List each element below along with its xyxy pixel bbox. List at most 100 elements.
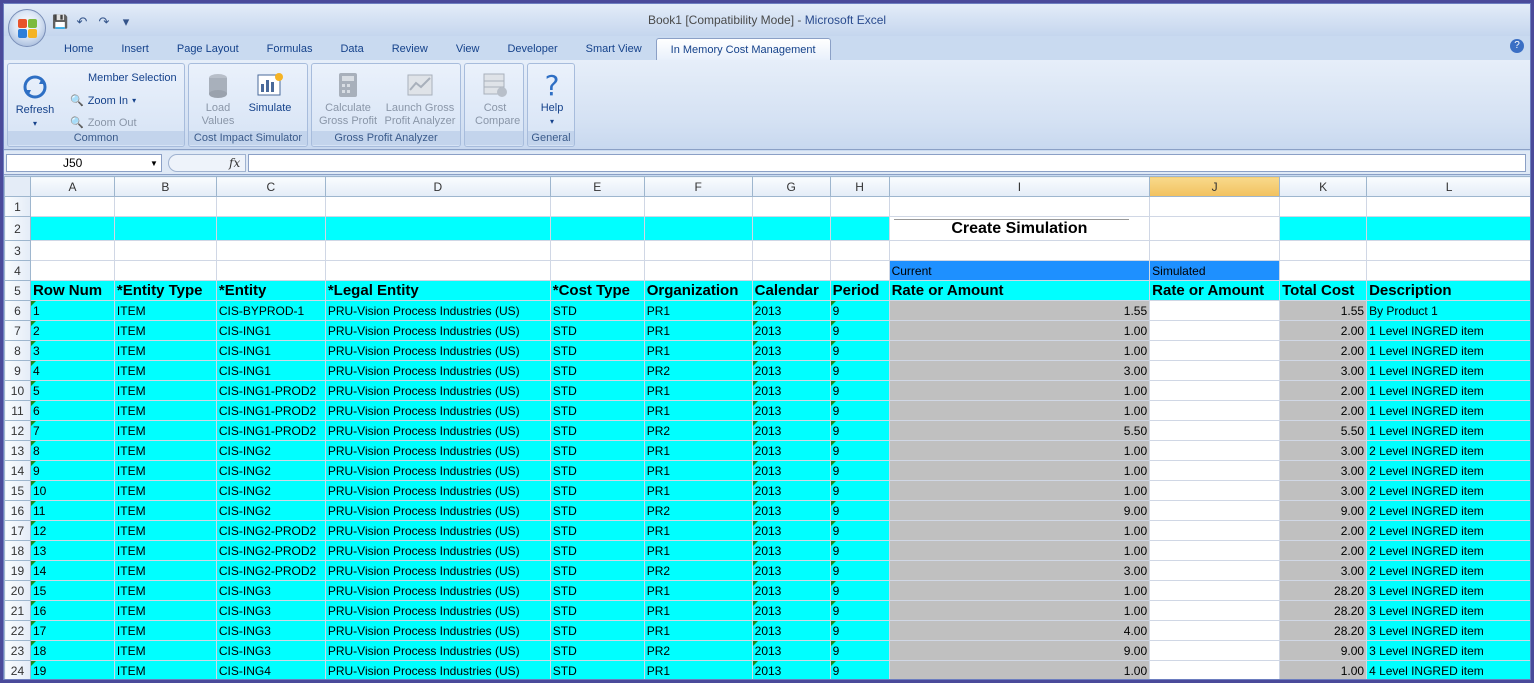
data-cell[interactable]: 1 Level INGRED item [1366, 320, 1530, 341]
data-cell[interactable]: 19 [29, 660, 115, 679]
cell[interactable] [829, 196, 890, 217]
cell[interactable] [643, 196, 753, 217]
row-header-15[interactable]: 15 [4, 480, 31, 501]
data-cell[interactable]: 9 [829, 640, 890, 661]
data-cell[interactable]: 1 Level INGRED item [1366, 340, 1530, 361]
row-header-17[interactable]: 17 [4, 520, 31, 541]
refresh-button[interactable]: Refresh ▾ [12, 72, 58, 130]
data-cell[interactable]: STD [549, 300, 645, 321]
data-cell[interactable]: PR1 [643, 620, 753, 641]
data-cell[interactable]: CIS-ING1-PROD2 [215, 400, 326, 421]
column-header-k[interactable]: K [1279, 176, 1368, 197]
cell[interactable] [29, 196, 115, 217]
cell[interactable] [751, 216, 831, 241]
column-title-10[interactable]: Rate or Amount [1149, 280, 1281, 301]
data-cell[interactable]: 1.00 [888, 380, 1151, 401]
data-cell[interactable]: STD [549, 660, 645, 679]
data-cell[interactable]: 2 Level INGRED item [1366, 500, 1530, 521]
cell[interactable] [643, 260, 753, 281]
data-cell[interactable]: 9 [29, 460, 115, 481]
data-cell[interactable]: PRU-Vision Process Industries (US) [324, 440, 551, 461]
data-cell[interactable]: 1.00 [888, 400, 1151, 421]
data-cell[interactable]: 3.00 [1279, 440, 1368, 461]
column-header-d[interactable]: D [324, 176, 551, 197]
row-header-23[interactable]: 23 [4, 640, 31, 661]
data-cell[interactable]: 2 Level INGRED item [1366, 480, 1530, 501]
cell[interactable] [324, 216, 551, 241]
data-cell[interactable]: STD [549, 440, 645, 461]
data-cell[interactable]: PRU-Vision Process Industries (US) [324, 460, 551, 481]
data-cell[interactable]: 2013 [751, 640, 831, 661]
data-cell[interactable]: 2013 [751, 580, 831, 601]
data-cell[interactable]: CIS-ING3 [215, 600, 326, 621]
data-cell[interactable]: 9 [829, 600, 890, 621]
data-cell[interactable] [1149, 580, 1281, 601]
data-cell[interactable]: 2.00 [1279, 540, 1368, 561]
data-cell[interactable]: PRU-Vision Process Industries (US) [324, 500, 551, 521]
data-cell[interactable]: 4 Level INGRED item [1366, 660, 1530, 679]
row-header-13[interactable]: 13 [4, 440, 31, 461]
data-cell[interactable]: PR1 [643, 460, 753, 481]
data-cell[interactable]: 13 [29, 540, 115, 561]
data-cell[interactable]: ITEM [113, 480, 217, 501]
data-cell[interactable]: 2 [29, 320, 115, 341]
cell[interactable] [751, 240, 831, 261]
data-cell[interactable]: PR1 [643, 320, 753, 341]
data-cell[interactable]: 9 [829, 580, 890, 601]
data-cell[interactable]: PR1 [643, 600, 753, 621]
row-header-4[interactable]: 4 [4, 260, 31, 281]
data-cell[interactable]: PRU-Vision Process Industries (US) [324, 360, 551, 381]
cell[interactable] [1366, 260, 1530, 281]
cell[interactable] [1279, 216, 1368, 241]
column-header-a[interactable]: A [29, 176, 115, 197]
data-cell[interactable]: 1 Level INGRED item [1366, 400, 1530, 421]
data-cell[interactable]: 2.00 [1279, 340, 1368, 361]
data-cell[interactable]: PR1 [643, 300, 753, 321]
help-icon[interactable]: ? [1510, 39, 1524, 53]
data-cell[interactable]: PRU-Vision Process Industries (US) [324, 560, 551, 581]
column-header-c[interactable]: C [215, 176, 326, 197]
data-cell[interactable] [1149, 560, 1281, 581]
data-cell[interactable] [1149, 320, 1281, 341]
data-cell[interactable]: CIS-ING2-PROD2 [215, 520, 326, 541]
data-cell[interactable]: 2013 [751, 400, 831, 421]
data-cell[interactable]: ITEM [113, 660, 217, 679]
create-simulation-title[interactable]: Create Simulation [888, 216, 1151, 241]
row-header-19[interactable]: 19 [4, 560, 31, 581]
cell[interactable] [113, 240, 217, 261]
data-cell[interactable]: 2013 [751, 300, 831, 321]
cell[interactable] [113, 216, 217, 241]
cell[interactable] [1366, 240, 1530, 261]
data-cell[interactable]: CIS-ING4 [215, 660, 326, 679]
data-cell[interactable]: 9.00 [888, 500, 1151, 521]
data-cell[interactable]: CIS-ING2 [215, 440, 326, 461]
cell[interactable] [29, 260, 115, 281]
data-cell[interactable]: 1.55 [1279, 300, 1368, 321]
data-cell[interactable] [1149, 600, 1281, 621]
data-cell[interactable]: CIS-ING1-PROD2 [215, 420, 326, 441]
cell[interactable] [324, 260, 551, 281]
data-cell[interactable]: 3 Level INGRED item [1366, 640, 1530, 661]
data-cell[interactable]: CIS-ING2-PROD2 [215, 560, 326, 581]
data-cell[interactable] [1149, 520, 1281, 541]
data-cell[interactable]: ITEM [113, 520, 217, 541]
data-cell[interactable]: 3 Level INGRED item [1366, 580, 1530, 601]
data-cell[interactable]: 7 [29, 420, 115, 441]
load-values-button[interactable]: Load Values [195, 70, 241, 128]
data-cell[interactable]: PR1 [643, 580, 753, 601]
data-cell[interactable]: STD [549, 360, 645, 381]
data-cell[interactable]: PR1 [643, 340, 753, 361]
data-cell[interactable]: PR1 [643, 400, 753, 421]
data-cell[interactable]: CIS-ING3 [215, 640, 326, 661]
data-cell[interactable] [1149, 480, 1281, 501]
data-cell[interactable]: ITEM [113, 580, 217, 601]
cell[interactable] [888, 240, 1151, 261]
data-cell[interactable]: PR1 [643, 540, 753, 561]
data-cell[interactable]: CIS-ING3 [215, 580, 326, 601]
data-cell[interactable]: 1 [29, 300, 115, 321]
data-cell[interactable]: 12 [29, 520, 115, 541]
cell[interactable] [549, 216, 645, 241]
data-cell[interactable]: 2013 [751, 460, 831, 481]
data-cell[interactable]: STD [549, 400, 645, 421]
data-cell[interactable]: STD [549, 420, 645, 441]
